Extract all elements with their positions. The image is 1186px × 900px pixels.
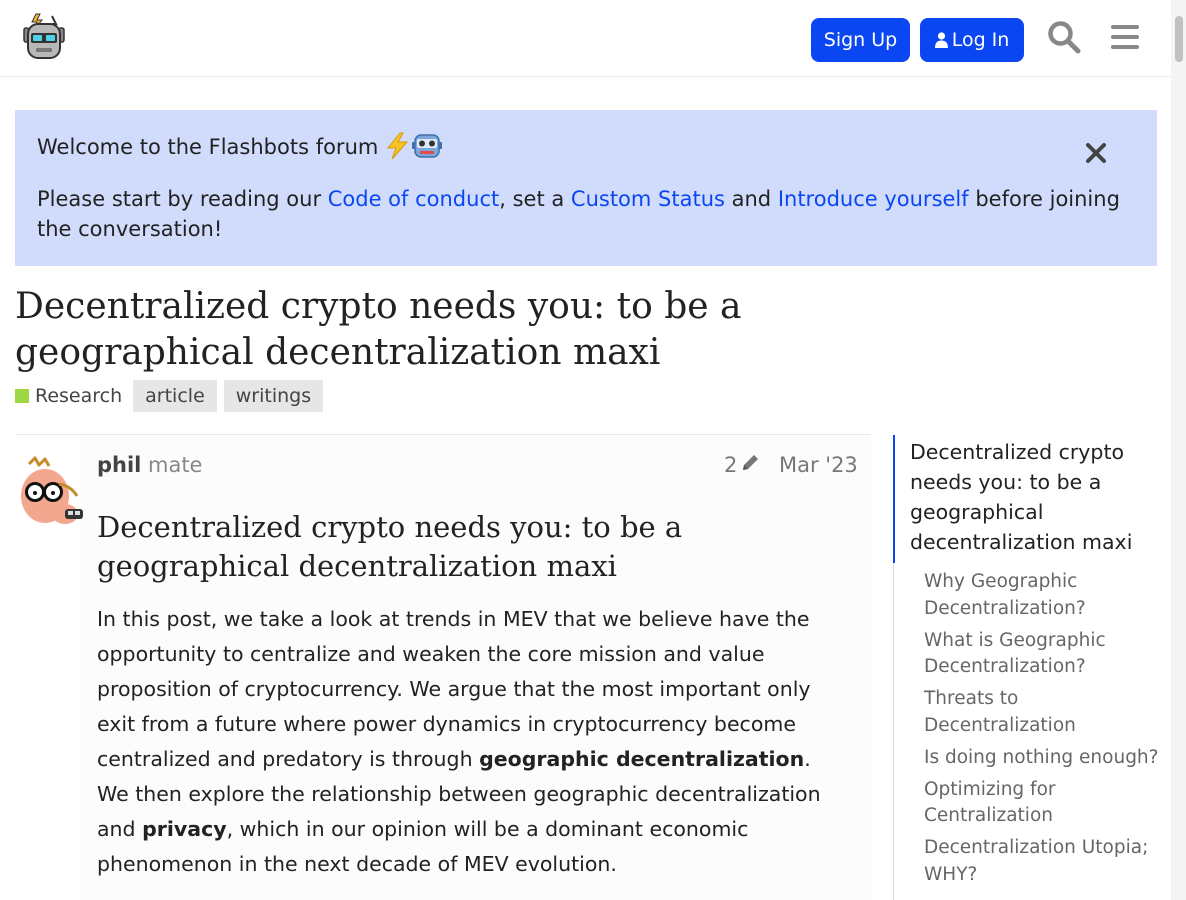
banner-message: Please start by reading our Code of cond… — [37, 184, 1127, 244]
edit-history-button[interactable]: 2 — [724, 453, 759, 477]
avatar[interactable] — [17, 456, 85, 528]
custom-status-link[interactable]: Custom Status — [571, 187, 725, 211]
toc-item[interactable]: Decentralization Utopia; WHY? — [924, 835, 1164, 888]
table-of-contents: Why Geographic Decentralization? What is… — [924, 569, 1164, 894]
post-heading: Decentralized crypto needs you: to be a … — [97, 510, 683, 583]
banner-title: Welcome to the Flashbots forum — [37, 132, 443, 165]
pencil-icon — [741, 453, 759, 477]
log-in-label: Log In — [951, 29, 1010, 51]
post-body-bold-2: privacy — [142, 817, 227, 841]
log-in-button[interactable]: Log In — [920, 18, 1024, 62]
flashbots-logo-icon[interactable] — [22, 12, 66, 62]
post-body: In this post, we take a look at trends i… — [97, 602, 832, 882]
search-icon[interactable] — [1047, 20, 1081, 58]
robot-emoji-icon — [411, 132, 443, 165]
close-icon[interactable] — [1085, 142, 1107, 164]
hamburger-menu-icon[interactable] — [1110, 20, 1140, 58]
banner-text-2: , set a — [499, 187, 571, 211]
tag-article[interactable]: article — [133, 380, 217, 412]
category-link[interactable]: Research — [35, 385, 122, 407]
toc-divider — [893, 563, 894, 900]
banner-title-text: Welcome to the Flashbots forum — [37, 135, 379, 159]
page-scrollbar[interactable] — [1171, 0, 1186, 900]
toc-item[interactable]: Threats to Decentralization — [924, 686, 1164, 739]
sign-up-button[interactable]: Sign Up — [811, 18, 910, 62]
toc-item[interactable]: Why Geographic Decentralization? — [924, 569, 1164, 622]
toc-item[interactable]: Is doing nothing enough? — [924, 745, 1164, 772]
lightning-emoji-icon — [385, 132, 411, 165]
welcome-banner: Welcome to the Flashbots forum Please st… — [15, 110, 1157, 266]
toc-item[interactable]: Optimizing for Centralization — [924, 777, 1164, 830]
post-author-title: mate — [148, 453, 203, 477]
edit-count: 2 — [724, 453, 738, 477]
introduce-yourself-link[interactable]: Introduce yourself — [778, 187, 969, 211]
user-icon — [934, 20, 948, 64]
scrollbar-thumb[interactable] — [1175, 16, 1183, 62]
post-body-bold-1: geographic decentralization — [479, 747, 805, 771]
tag-writings[interactable]: writings — [223, 380, 324, 412]
post-date[interactable]: Mar '23 — [779, 453, 858, 477]
site-header: Sign Up Log In — [0, 0, 1171, 77]
toc-item[interactable]: What is Geographic Decentralization? — [924, 628, 1164, 681]
toc-active-indicator — [893, 435, 895, 563]
banner-text-3: and — [724, 187, 778, 211]
banner-text-1: Please start by reading our — [37, 187, 328, 211]
topic-title[interactable]: Decentralized crypto needs you: to be a … — [15, 284, 975, 376]
category-color-badge — [15, 389, 29, 403]
topic-meta: Research article writings — [15, 380, 330, 412]
post-author-username[interactable]: phil — [97, 453, 141, 477]
code-of-conduct-link[interactable]: Code of conduct — [328, 187, 499, 211]
toc-current-heading[interactable]: Decentralized crypto needs you: to be a … — [910, 437, 1150, 557]
